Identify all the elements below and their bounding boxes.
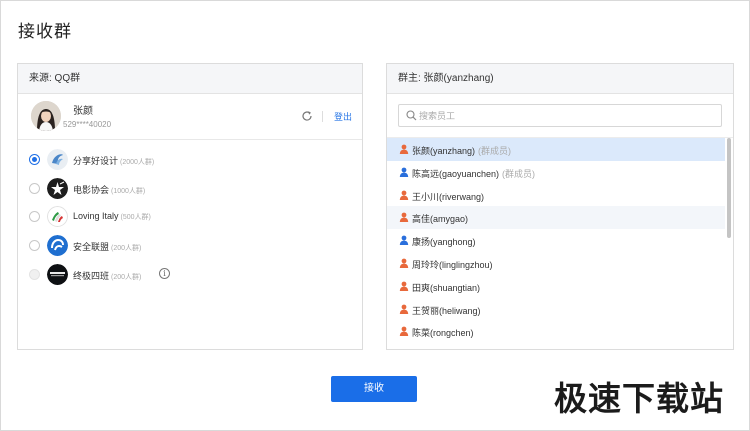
group-radio[interactable]	[29, 154, 40, 165]
search-input[interactable]	[419, 107, 709, 124]
member-row[interactable]: 田爽(shuangtian)	[387, 275, 725, 298]
member-row[interactable]: 高佳(amygao)	[387, 206, 725, 230]
member-name: 王贺丽(heliwang)	[412, 305, 481, 316]
group-count: (1000人群)	[111, 188, 146, 195]
group-logo-icon	[47, 178, 68, 199]
group-radio[interactable]	[29, 269, 40, 280]
scrollbar[interactable]	[727, 138, 731, 238]
watermark: 极速下载站	[554, 379, 724, 418]
group-name: Loving Italy	[73, 211, 119, 221]
member-name: 周玲玲(linglingzhou)	[412, 259, 493, 270]
person-icon	[399, 258, 409, 268]
group-item-film-assoc[interactable]: 电影协会 (1000人群)	[29, 178, 349, 200]
member-tag: (群成员)	[502, 168, 536, 179]
group-item-ultimate-class-4[interactable]: 终极四班 (200人群) i	[29, 264, 349, 286]
group-name: 安全联盟	[73, 242, 110, 252]
member-list: 张颜(yanzhang) (群成员) 陈高远(gaoyuanchen) (群成员) 王小…	[387, 137, 733, 349]
receive-button[interactable]: 接收	[331, 376, 417, 402]
member-row[interactable]: 张颜(yanzhang) (群成员)	[387, 138, 725, 161]
avatar	[31, 101, 61, 131]
person-icon	[399, 144, 409, 154]
source-panel-header: 来源: QQ群	[18, 64, 362, 94]
member-row[interactable]: 陈高远(gaoyuanchen) (群成员)	[387, 161, 725, 184]
group-item-share-design[interactable]: 分享好设计 (2000人群)	[29, 149, 349, 171]
member-name: 陈高远(gaoyuanchen)	[412, 168, 500, 179]
logout-link[interactable]: 登出	[334, 110, 352, 123]
person-icon	[399, 167, 409, 177]
refresh-icon[interactable]	[301, 110, 313, 122]
group-logo-icon	[47, 149, 68, 170]
group-name: 分享好设计	[73, 156, 119, 166]
member-name: 高佳(amygao)	[412, 214, 469, 225]
group-count: (2000人群)	[120, 159, 155, 166]
member-row[interactable]: 王贺丽(heliwang)	[387, 298, 725, 321]
member-name: 陈菜(rongchen)	[412, 328, 474, 339]
member-name: 康扬(yanghong)	[412, 237, 476, 248]
account-id: 529****40020	[63, 120, 112, 129]
group-name: 终极四班	[73, 271, 110, 281]
source-panel: 来源: QQ群 张颜 529****40020 登出 分享好设计 (2000人群…	[17, 63, 363, 350]
person-icon	[399, 190, 409, 200]
group-logo-icon	[47, 235, 68, 256]
member-tag: (群成员)	[478, 146, 512, 156]
person-icon	[399, 281, 409, 291]
person-icon	[399, 326, 409, 337]
group-logo-icon	[47, 264, 68, 285]
account-card: 张颜 529****40020 登出	[18, 94, 362, 140]
members-panel-header: 群主: 张颜(yanzhang)	[387, 64, 733, 94]
member-row[interactable]: 陈菜(rongchen)	[387, 320, 725, 343]
account-name: 张颜	[73, 106, 93, 117]
group-count: (200人群)	[111, 274, 142, 281]
group-radio[interactable]	[29, 211, 40, 222]
account-divider	[322, 111, 323, 122]
members-panel: 群主: 张颜(yanzhang) 张颜(yanzhang)(群成员)陈高远(ga…	[386, 63, 734, 350]
info-icon[interactable]: i	[159, 268, 170, 279]
person-icon	[399, 212, 409, 223]
member-name: 张颜(yanzhang)	[412, 146, 476, 156]
member-row[interactable]: 周玲玲(linglingzhou)	[387, 252, 725, 275]
person-icon	[399, 235, 409, 246]
page-title: 接收群	[18, 22, 72, 41]
group-radio[interactable]	[29, 240, 40, 251]
member-name: 田爽(shuangtian)	[412, 282, 481, 293]
group-name: 电影协会	[73, 185, 110, 195]
group-item-loving-italy[interactable]: Loving Italy (500人群)	[29, 206, 349, 228]
group-count: (500人群)	[120, 214, 151, 221]
person-icon	[399, 304, 409, 314]
group-logo-icon	[47, 206, 68, 227]
group-radio[interactable]	[29, 183, 40, 194]
search-box	[398, 104, 722, 127]
member-row[interactable]: 康扬(yanghong)	[387, 229, 725, 252]
group-item-security-alliance[interactable]: 安全联盟 (200人群)	[29, 235, 349, 257]
member-name: 王小川(riverwang)	[412, 191, 485, 202]
group-count: (200人群)	[111, 245, 142, 252]
member-row[interactable]: 王小川(riverwang)	[387, 184, 725, 207]
search-icon	[406, 110, 417, 121]
